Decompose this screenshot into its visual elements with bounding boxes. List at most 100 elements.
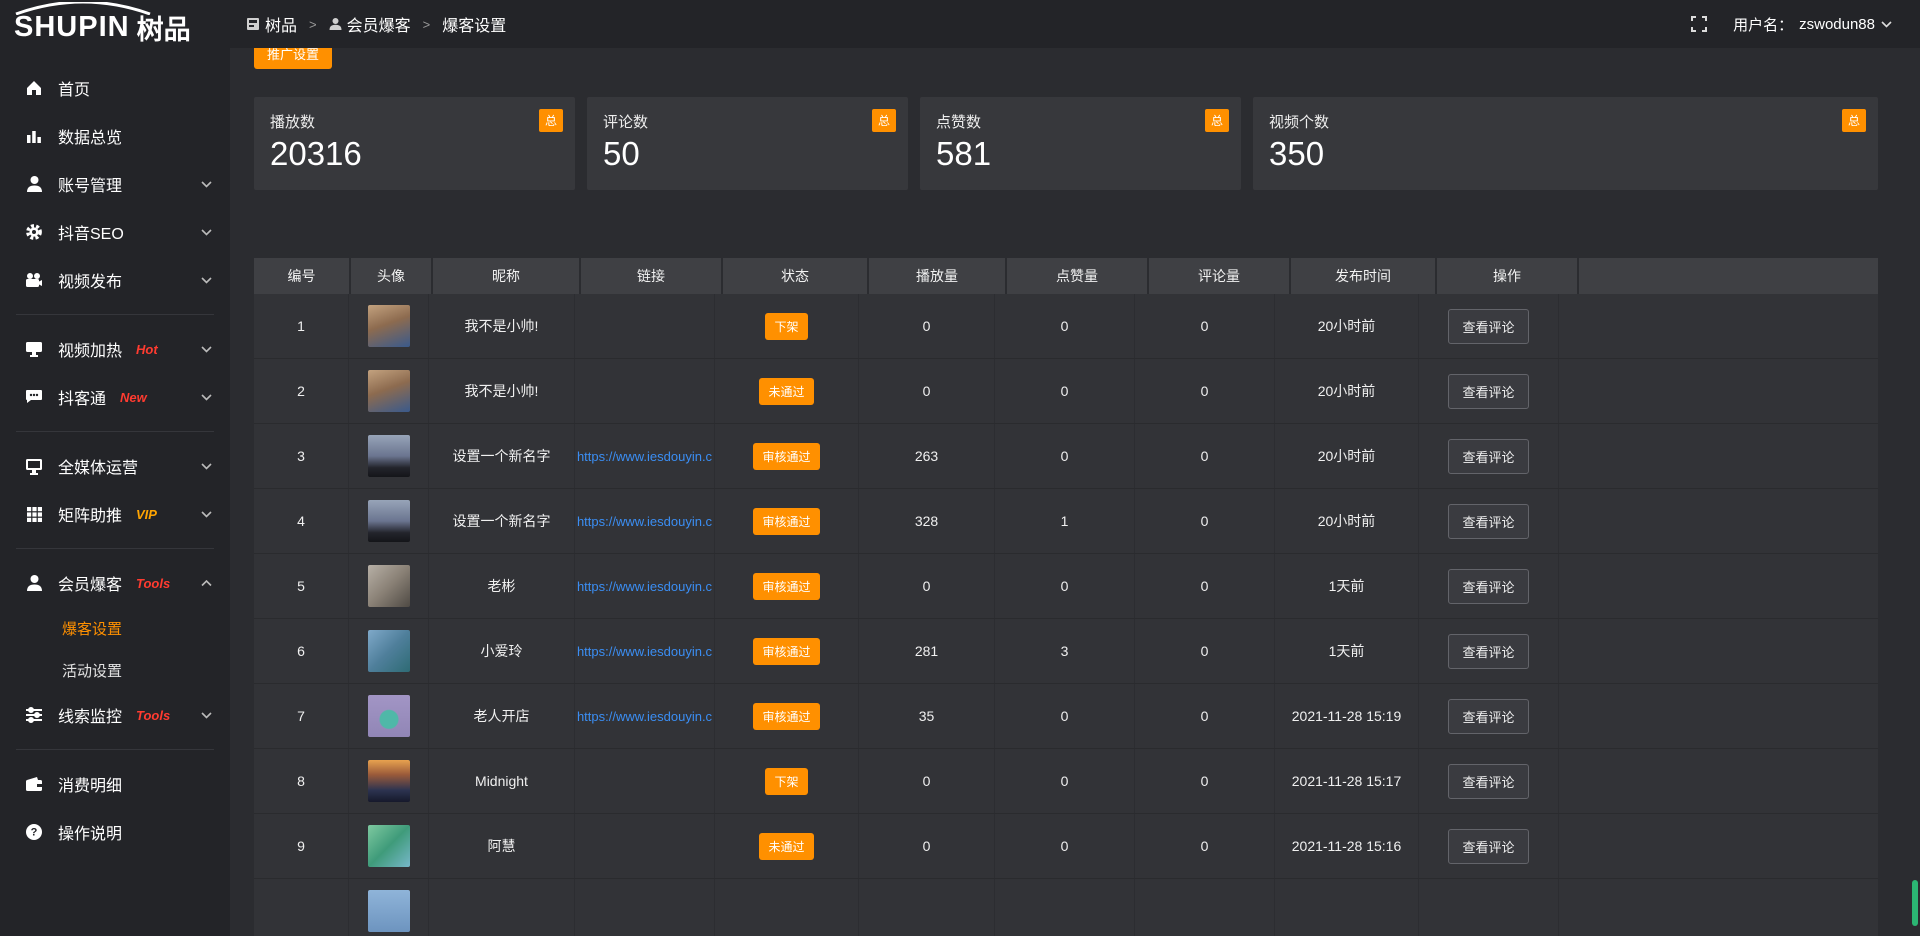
chevron-down-icon xyxy=(1881,21,1892,28)
sliders-icon xyxy=(24,707,44,723)
status-badge[interactable]: 未通过 xyxy=(759,378,813,405)
videos-table: 编号 头像 昵称 链接 状态 播放量 点赞量 评论量 发布时间 操作 1 我不是… xyxy=(254,258,1878,936)
breadcrumb-separator: > xyxy=(309,17,317,32)
status-cell: 审核通过 xyxy=(715,554,859,618)
hot-tag: Hot xyxy=(136,342,158,357)
question-icon: ? xyxy=(24,823,44,841)
stat-value: 350 xyxy=(1269,136,1862,172)
display-icon xyxy=(24,341,44,358)
view-comments-button[interactable]: 查看评论 xyxy=(1448,634,1528,669)
view-comments-button[interactable]: 查看评论 xyxy=(1448,569,1528,604)
chevron-down-icon xyxy=(201,346,212,353)
sidebar-item-video-publish[interactable]: 视频发布 xyxy=(0,256,230,304)
sidebar-item-label: 账号管理 xyxy=(58,172,122,196)
video-link[interactable]: https://www.iesdouyin.c xyxy=(577,514,712,529)
view-comments-button[interactable]: 查看评论 xyxy=(1448,439,1528,474)
gear-icon xyxy=(24,223,44,241)
nickname-cell: 设置一个新名字 xyxy=(429,489,575,553)
stat-value: 581 xyxy=(936,136,1225,172)
view-comments-button[interactable]: 查看评论 xyxy=(1448,504,1528,539)
breadcrumb-label: 爆客设置 xyxy=(442,12,506,36)
status-badge[interactable]: 审核通过 xyxy=(753,508,819,535)
sidebar-item-label: 全媒体运营 xyxy=(58,454,138,478)
column-header-status: 状态 xyxy=(723,258,867,294)
fullscreen-icon[interactable] xyxy=(1691,16,1707,32)
breadcrumb-item-home[interactable]: 树品 xyxy=(246,12,297,36)
sidebar-item-douyin-seo[interactable]: 抖音SEO xyxy=(0,208,230,256)
status-badge[interactable]: 下架 xyxy=(765,313,807,340)
likes-cell: 0 xyxy=(995,749,1135,813)
likes-cell: 1 xyxy=(995,489,1135,553)
time-cell: 1天前 xyxy=(1275,554,1419,618)
status-badge[interactable]: 审核通过 xyxy=(753,573,819,600)
status-badge[interactable]: 下架 xyxy=(765,768,807,795)
sidebar-item-matrix-boost[interactable]: 矩阵助推 VIP xyxy=(0,490,230,538)
time-cell: 20小时前 xyxy=(1275,359,1419,423)
action-cell: 查看评论 xyxy=(1419,684,1559,748)
link-cell: https://www.iesdouyin.c xyxy=(575,619,715,683)
comments-cell: 0 xyxy=(1135,294,1275,358)
avatar-image xyxy=(368,435,410,477)
likes-cell: 0 xyxy=(995,814,1135,878)
avatar-image xyxy=(368,500,410,542)
status-badge[interactable]: 审核通过 xyxy=(753,443,819,470)
view-comments-button[interactable]: 查看评论 xyxy=(1448,829,1528,864)
stat-label: 播放数 xyxy=(270,111,559,132)
sidebar-item-consumption-details[interactable]: 消费明细 xyxy=(0,760,230,808)
avatar-cell xyxy=(349,294,429,358)
avatar-cell xyxy=(349,424,429,488)
sidebar-subitem-baoke-settings[interactable]: 爆客设置 xyxy=(0,607,230,649)
video-link[interactable]: https://www.iesdouyin.c xyxy=(577,709,712,724)
sidebar-item-member-baoke[interactable]: 会员爆客 Tools xyxy=(0,559,230,607)
link-cell: https://www.iesdouyin.c xyxy=(575,424,715,488)
status-badge[interactable]: 审核通过 xyxy=(753,703,819,730)
nickname-cell: 老人开店 xyxy=(429,684,575,748)
stat-card-likes: 点赞数 581 总 xyxy=(920,97,1241,190)
view-comments-button[interactable]: 查看评论 xyxy=(1448,699,1528,734)
top-header-bar: SHUPIN 树品 树品 > 会员爆客 > 爆客设置 用户名：zswod xyxy=(0,0,1920,48)
sidebar-subitem-activity-settings[interactable]: 活动设置 xyxy=(0,649,230,691)
view-comments-button[interactable]: 查看评论 xyxy=(1448,374,1528,409)
sidebar-item-account-management[interactable]: 账号管理 xyxy=(0,160,230,208)
row-number: 1 xyxy=(254,294,349,358)
likes-cell: 0 xyxy=(995,684,1135,748)
chevron-down-icon xyxy=(201,277,212,284)
nickname-cell: 小爱玲 xyxy=(429,619,575,683)
status-badge[interactable]: 审核通过 xyxy=(753,638,819,665)
filler-cell xyxy=(1559,424,1878,488)
user-menu[interactable]: 用户名：zswodun88 xyxy=(1733,14,1892,35)
breadcrumb-item-member[interactable]: 会员爆客 xyxy=(329,12,411,36)
avatar-image xyxy=(368,565,410,607)
comments-cell: 0 xyxy=(1135,814,1275,878)
scrollbar-thumb[interactable] xyxy=(1912,880,1918,926)
breadcrumb-separator: > xyxy=(423,17,431,32)
view-comments-button[interactable]: 查看评论 xyxy=(1448,309,1528,344)
comments-cell: 0 xyxy=(1135,619,1275,683)
sidebar-item-media-operation[interactable]: 全媒体运营 xyxy=(0,442,230,490)
sidebar-divider xyxy=(16,314,214,315)
sidebar-item-home[interactable]: 首页 xyxy=(0,64,230,112)
plays-cell xyxy=(859,879,995,936)
column-header-time: 发布时间 xyxy=(1291,258,1435,294)
status-cell: 未通过 xyxy=(715,359,859,423)
action-cell: 查看评论 xyxy=(1419,554,1559,618)
sidebar-item-label: 首页 xyxy=(58,76,90,100)
nickname-cell: 我不是小帅! xyxy=(429,294,575,358)
sidebar-item-clue-monitoring[interactable]: 线索监控 Tools xyxy=(0,691,230,739)
time-cell: 1天前 xyxy=(1275,619,1419,683)
sidebar-item-data-overview[interactable]: 数据总览 xyxy=(0,112,230,160)
status-badge[interactable]: 未通过 xyxy=(759,833,813,860)
filler-cell xyxy=(1559,359,1878,423)
column-header-action: 操作 xyxy=(1437,258,1577,294)
video-link[interactable]: https://www.iesdouyin.c xyxy=(577,449,712,464)
sidebar-item-douketong[interactable]: 抖客通 New xyxy=(0,373,230,421)
video-link[interactable]: https://www.iesdouyin.c xyxy=(577,579,712,594)
comments-cell: 0 xyxy=(1135,554,1275,618)
time-cell: 20小时前 xyxy=(1275,424,1419,488)
sidebar-item-operation-guide[interactable]: ? 操作说明 xyxy=(0,808,230,856)
status-cell: 审核通过 xyxy=(715,424,859,488)
video-link[interactable]: https://www.iesdouyin.c xyxy=(577,644,712,659)
view-comments-button[interactable]: 查看评论 xyxy=(1448,764,1528,799)
chevron-down-icon xyxy=(201,463,212,470)
sidebar-item-video-heating[interactable]: 视频加热 Hot xyxy=(0,325,230,373)
